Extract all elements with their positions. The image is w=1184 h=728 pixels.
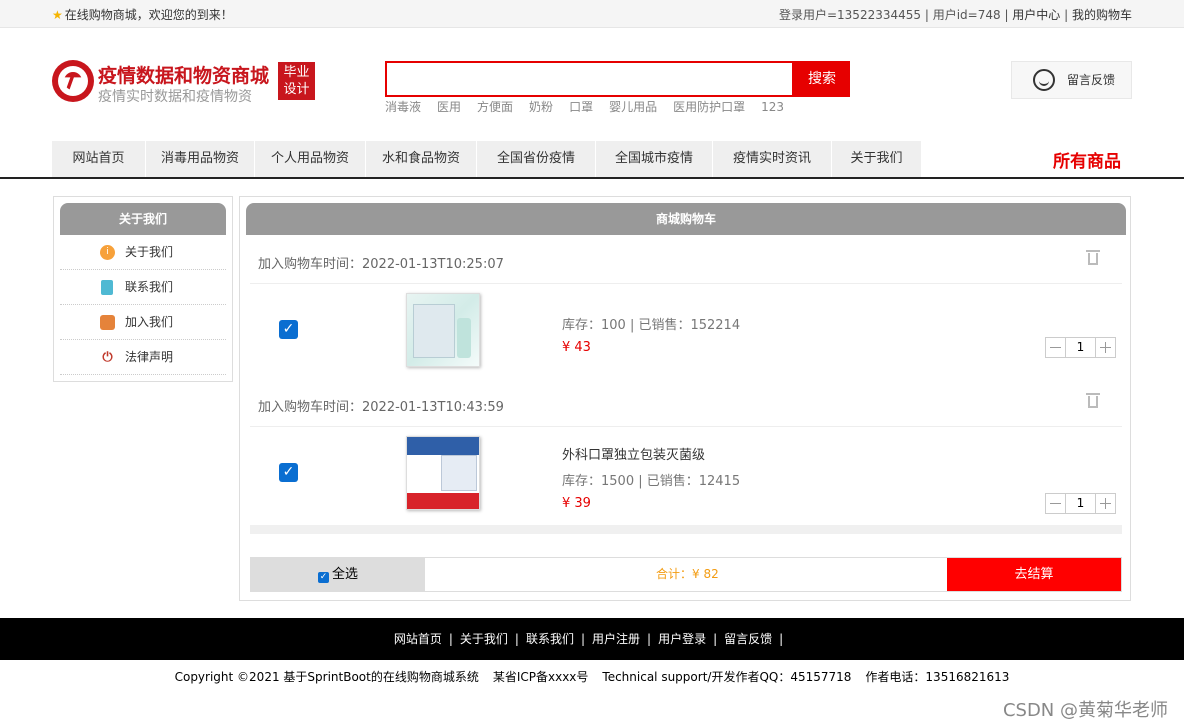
minus-button[interactable]: [1045, 337, 1066, 358]
user-links: 登录用户=13522334455 | 用户id=748 | 用户中心 | 我的购…: [778, 8, 1132, 22]
nav-item-city[interactable]: 全国城市疫情: [596, 141, 712, 177]
my-cart-link[interactable]: 我的购物车: [1072, 8, 1132, 22]
trash-icon[interactable]: [1086, 393, 1100, 409]
footer-link[interactable]: 网站首页: [394, 632, 442, 646]
document-icon: [101, 280, 113, 295]
minus-button[interactable]: [1045, 493, 1066, 514]
checkbox-icon: ✓: [318, 572, 329, 583]
customer-service-icon: [1033, 69, 1055, 91]
side-item-label: 联系我们: [125, 280, 174, 294]
all-products-link[interactable]: 所有商品: [1053, 147, 1121, 172]
plus-button[interactable]: [1095, 337, 1116, 358]
item-checkbox[interactable]: ✓: [279, 463, 298, 482]
copyright-line: Copyright ©2021 基于SprintBoot的在线购物商城系统 某省I…: [0, 668, 1184, 685]
footer-link[interactable]: 关于我们: [460, 632, 508, 646]
login-user-text: 登录用户=13522334455: [778, 8, 922, 22]
info-icon: i: [100, 245, 115, 260]
checkout-button[interactable]: 去结算: [947, 558, 1121, 591]
select-all-checkbox[interactable]: ✓ 全选: [251, 558, 425, 591]
main-nav: 网站首页 消毒用品物资 个人用品物资 水和食品物资 全国省份疫情 全国城市疫情 …: [52, 141, 922, 177]
product-name[interactable]: 外科口罩独立包装灭菌级: [562, 444, 705, 463]
side-item-contact[interactable]: 联系我们: [60, 270, 226, 305]
product-image[interactable]: [406, 436, 480, 510]
horizontal-scrollbar[interactable]: [250, 525, 1122, 534]
feedback-button[interactable]: 留言反馈: [1011, 61, 1132, 99]
row-divider: [250, 283, 1122, 284]
product-price: ¥ 39: [562, 496, 591, 511]
side-item-label: 加入我们: [125, 315, 174, 329]
hot-word-link[interactable]: 消毒液: [385, 100, 421, 114]
copyright-text: Copyright ©2021 基于SprintBoot的在线购物商城系统: [174, 670, 479, 684]
user-center-link[interactable]: 用户中心: [1012, 8, 1060, 22]
nav-item-home[interactable]: 网站首页: [52, 141, 145, 177]
side-item-label: 法律声明: [125, 350, 174, 364]
logo-icon[interactable]: [52, 60, 94, 102]
footer-nav: 网站首页 | 关于我们 | 联系我们 | 用户注册 | 用户登录 | 留言反馈 |: [0, 618, 1184, 660]
nav-item-personal[interactable]: 个人用品物资: [255, 141, 365, 177]
hot-word-link[interactable]: 医用: [437, 100, 461, 114]
top-bar: ★ 在线购物商城，欢迎您的到来！ 登录用户=13522334455 | 用户id=…: [0, 0, 1184, 28]
search-input[interactable]: [385, 61, 794, 97]
select-all-label: 全选: [332, 567, 359, 582]
site-subtitle: 疫情实时数据和疫情物资: [98, 89, 252, 105]
quantity-value[interactable]: 1: [1066, 337, 1095, 358]
hot-word-link[interactable]: 医用防护口罩: [673, 100, 745, 114]
side-menu-title: 关于我们: [60, 203, 226, 235]
footer-link[interactable]: 用户注册: [592, 632, 640, 646]
trash-icon[interactable]: [1086, 250, 1100, 266]
star-icon: ★: [52, 8, 63, 22]
site-title: 疫情数据和物资商城: [98, 65, 270, 87]
graduation-badge: 毕业设计: [278, 62, 315, 100]
support-text: Technical support/开发作者QQ：45157718: [602, 670, 852, 684]
item-checkbox[interactable]: ✓: [279, 320, 298, 339]
quantity-value[interactable]: 1: [1066, 493, 1095, 514]
side-item-about[interactable]: i 关于我们: [60, 235, 226, 270]
nav-item-news[interactable]: 疫情实时资讯: [713, 141, 831, 177]
search-button[interactable]: 搜索: [794, 61, 850, 97]
phone-text: 作者电话：13516821613: [865, 670, 1010, 684]
nav-item-water-food[interactable]: 水和食品物资: [366, 141, 476, 177]
hot-word-link[interactable]: 奶粉: [529, 100, 553, 114]
nav-divider: [0, 177, 1184, 179]
footer-link[interactable]: 联系我们: [526, 632, 574, 646]
side-item-join[interactable]: 加入我们: [60, 305, 226, 340]
product-image[interactable]: [406, 293, 480, 367]
nav-item-disinfect[interactable]: 消毒用品物资: [146, 141, 254, 177]
power-icon: ⏻: [100, 350, 115, 365]
hot-word-link[interactable]: 方便面: [477, 100, 513, 114]
watermark: CSDN @黄菊华老师: [1002, 700, 1168, 721]
cart-item-added-time: 加入购物车时间：2022-01-13T10:43:59: [258, 400, 504, 415]
plus-button[interactable]: [1095, 493, 1116, 514]
user-id-text: 用户id=748: [932, 8, 1001, 22]
side-item-legal[interactable]: ⏻ 法律声明: [60, 340, 226, 375]
shopping-cart-panel: 商城购物车 加入购物车时间：2022-01-13T10:25:07 ✓ 库存：1…: [239, 196, 1131, 601]
feedback-label: 留言反馈: [1067, 73, 1116, 87]
product-stock-sales: 库存：1500 | 已销售：12415: [562, 474, 741, 489]
quantity-stepper: 1: [1045, 337, 1116, 358]
cart-title: 商城购物车: [246, 203, 1126, 235]
nav-item-about[interactable]: 关于我们: [832, 141, 921, 177]
footer-link[interactable]: 留言反馈: [724, 632, 772, 646]
cart-item-added-time: 加入购物车时间：2022-01-13T10:25:07: [258, 257, 504, 272]
quantity-stepper: 1: [1045, 493, 1116, 514]
cart-summary-bar: ✓ 全选 合计：¥ 82 去结算: [250, 557, 1122, 592]
hot-word-link[interactable]: 口罩: [569, 100, 593, 114]
lock-icon: [100, 315, 115, 330]
side-item-label: 关于我们: [125, 245, 174, 259]
product-stock-sales: 库存：100 | 已销售：152214: [562, 318, 741, 333]
nav-item-province[interactable]: 全国省份疫情: [477, 141, 595, 177]
side-menu: 关于我们 i 关于我们 联系我们 加入我们 ⏻ 法律声明: [53, 196, 233, 382]
footer-link[interactable]: 用户登录: [658, 632, 706, 646]
hot-word-link[interactable]: 婴儿用品: [609, 100, 657, 114]
cart-total: 合计：¥ 82: [656, 567, 719, 581]
product-price: ¥ 43: [562, 340, 591, 355]
welcome-message: ★ 在线购物商城，欢迎您的到来！: [52, 6, 233, 23]
icp-text: 某省ICP备xxxx号: [492, 670, 589, 684]
welcome-text: 在线购物商城，欢迎您的到来！: [64, 8, 233, 22]
hot-word-link[interactable]: 123: [761, 100, 784, 114]
row-divider: [250, 426, 1122, 427]
hot-search-words: 消毒液 医用 方便面 奶粉 口罩 婴儿用品 医用防护口罩 123: [385, 98, 800, 115]
